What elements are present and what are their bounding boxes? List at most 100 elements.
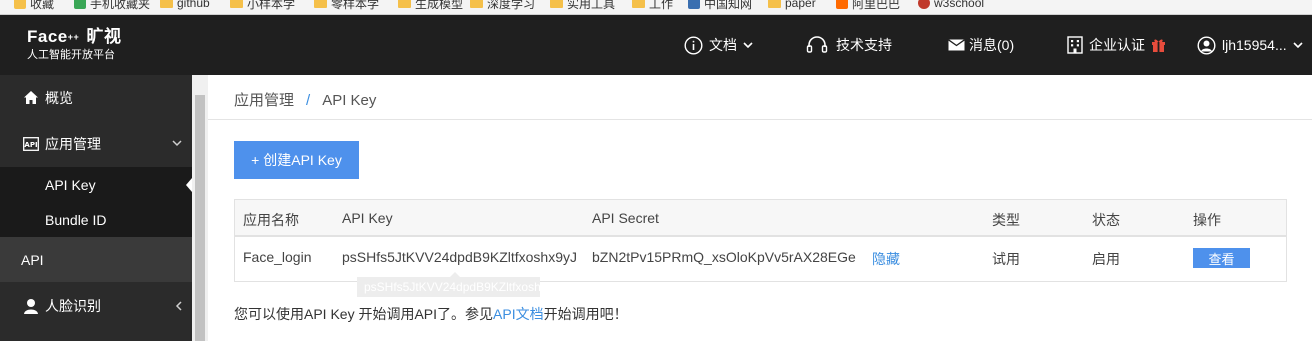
folder-icon <box>768 0 781 8</box>
cell-status: 启用 <box>1092 251 1120 267</box>
star-icon <box>14 0 26 9</box>
sidebar: 概览 API 应用管理 API Key Bundle ID API 人脸识别 <box>0 75 192 341</box>
bookmark-fewshot[interactable]: 小样本学 <box>230 0 295 12</box>
nav-enterprise[interactable]: 企业认证 <box>1067 34 1166 56</box>
logo-cn: 旷视 <box>86 27 122 46</box>
cell-type: 试用 <box>992 251 1020 267</box>
bookmark-alibaba[interactable]: 阿里巴巴 <box>836 0 900 12</box>
building-icon <box>1067 36 1083 54</box>
logo-sup: ++ <box>67 32 80 42</box>
nav-messages[interactable]: 消息(0) <box>948 34 1014 56</box>
column-header-status: 状态 <box>1092 212 1120 228</box>
column-header-api-secret: API Secret <box>592 210 659 226</box>
person-icon <box>24 299 38 314</box>
sidebar-item-label: API <box>21 251 44 268</box>
usage-hint: 您可以使用API Key 开始调用API了。参见API文档开始调用吧！ <box>234 304 628 324</box>
logo-subtitle: 人工智能开放平台 <box>27 49 115 61</box>
chevron-down-icon <box>172 140 182 147</box>
bookmark-github[interactable]: github <box>160 0 210 12</box>
view-button[interactable]: 查看 <box>1193 248 1250 268</box>
bookmark-mobile[interactable]: 手机收藏夹 <box>74 0 150 12</box>
sidebar-item-label: 概览 <box>45 89 73 106</box>
sidebar-item-label: API Key <box>45 176 96 193</box>
sidebar-item-app-management[interactable]: API 应用管理 <box>0 120 192 167</box>
info-icon <box>684 35 703 55</box>
site-icon <box>918 0 930 9</box>
chevron-down-icon <box>743 41 753 48</box>
nav-docs[interactable]: 文档 <box>684 34 753 56</box>
chevron-left-icon <box>175 301 182 311</box>
sidebar-item-api-key[interactable]: API Key <box>0 167 192 202</box>
nav-support-label: 技术支持 <box>836 37 892 53</box>
folder-icon <box>230 0 243 8</box>
bookmark-zeroshot[interactable]: 零样本学 <box>314 0 379 12</box>
sidebar-item-label: Bundle ID <box>45 211 107 228</box>
nav-messages-label: 消息(0) <box>969 37 1015 53</box>
bookmarks-bar: 收藏 手机收藏夹 github 小样本学 零样本学 生成模型 深度学习 实用工具… <box>0 0 1312 15</box>
breadcrumb: 应用管理 / API Key <box>234 89 376 110</box>
headset-icon <box>806 36 828 53</box>
column-header-action: 操作 <box>1193 212 1221 228</box>
nav-support[interactable]: 技术支持 <box>806 34 892 56</box>
nav-user[interactable]: ljh15954... <box>1197 34 1303 56</box>
nav-user-label: ljh15954... <box>1222 37 1287 53</box>
bookmark-paper[interactable]: paper <box>768 0 816 12</box>
logo-text: Face <box>27 27 68 46</box>
column-header-app-name: 应用名称 <box>243 212 299 228</box>
column-header-type: 类型 <box>992 212 1020 228</box>
api-key-tooltip: psSHfs5JtKVV24dpdB9KZltfxoshx9yJ <box>357 277 540 297</box>
folder-icon <box>314 0 327 8</box>
breadcrumb-parent[interactable]: 应用管理 <box>234 92 294 109</box>
site-icon <box>688 0 700 9</box>
top-header: Face++ 旷视 人工智能开放平台 文档 技术支持 消息(0) 企业认证 lj… <box>0 15 1312 75</box>
sidebar-item-overview[interactable]: 概览 <box>0 75 192 120</box>
table-header: 应用名称 API Key API Secret 类型 状态 操作 <box>235 200 1286 237</box>
sidebar-item-label: 人脸识别 <box>45 298 101 314</box>
folder-icon <box>398 0 411 8</box>
gift-icon <box>1152 39 1165 52</box>
bookmark-cnki[interactable]: 中国知网 <box>688 0 752 12</box>
breadcrumb-separator: / <box>306 92 311 109</box>
bookmark-favorites[interactable]: 收藏 <box>14 0 54 12</box>
site-icon <box>836 0 848 9</box>
bookmark-tools[interactable]: 实用工具 <box>550 0 615 12</box>
sidebar-submenu: API Key Bundle ID <box>0 167 192 237</box>
cell-app-name: Face_login <box>243 249 312 265</box>
nav-docs-label: 文档 <box>709 37 737 53</box>
bookmark-w3school[interactable]: w3school <box>918 0 984 12</box>
bookmark-deeplearning[interactable]: 深度学习 <box>470 0 535 12</box>
divider <box>208 119 1312 120</box>
breadcrumb-current: API Key <box>322 92 377 109</box>
scrollbar-thumb[interactable] <box>195 95 205 341</box>
user-icon <box>1197 35 1216 55</box>
folder-icon <box>632 0 645 8</box>
main-content: 应用管理 / API Key + 创建API Key 应用名称 API Key AP… <box>208 75 1312 341</box>
hint-text-end: 开始调用吧！ <box>543 306 628 322</box>
logo[interactable]: Face++ 旷视 人工智能开放平台 <box>27 27 122 62</box>
hide-secret-link[interactable]: 隐藏 <box>872 249 900 269</box>
sidebar-scrollbar[interactable] <box>192 75 208 341</box>
sidebar-item-label: 应用管理 <box>45 135 101 152</box>
svg-text:API: API <box>24 141 37 149</box>
bookmark-work[interactable]: 工作 <box>632 0 673 12</box>
api-icon: API <box>23 136 39 151</box>
sidebar-item-api[interactable]: API <box>0 237 192 282</box>
nav-enterprise-label: 企业认证 <box>1089 37 1145 53</box>
sidebar-item-face-recognition[interactable]: 人脸识别 <box>0 282 192 330</box>
cell-api-key: psSHfs5JtKVV24dpdB9KZltfxoshx9yJ <box>342 249 578 265</box>
create-api-key-button[interactable]: + 创建API Key <box>234 141 359 179</box>
mail-icon <box>948 39 965 51</box>
phone-icon <box>74 0 86 9</box>
hint-text: 您可以使用API Key 开始调用API了。参见 <box>234 306 494 322</box>
api-key-table: 应用名称 API Key API Secret 类型 状态 操作 Face_lo… <box>234 199 1287 282</box>
sidebar-item-bundle-id[interactable]: Bundle ID <box>0 202 192 237</box>
chevron-down-icon <box>1293 41 1303 48</box>
folder-icon <box>160 0 173 8</box>
column-header-api-key: API Key <box>342 210 393 226</box>
home-icon <box>24 91 38 104</box>
cell-api-secret: bZN2tPv15PRmQ_xsOloKpVv5rAX28EGe <box>592 249 856 265</box>
folder-icon <box>550 0 563 8</box>
folder-icon <box>470 0 483 8</box>
bookmark-generative[interactable]: 生成模型 <box>398 0 463 12</box>
api-docs-link[interactable]: API文档 <box>493 306 544 322</box>
